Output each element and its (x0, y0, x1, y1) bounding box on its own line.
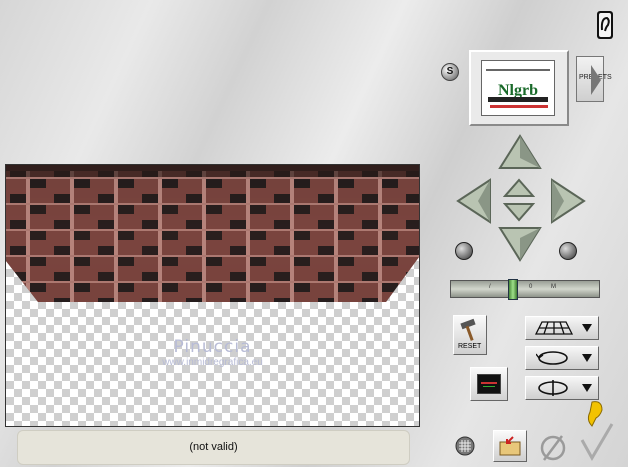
slider-tick-label: 0 (529, 284, 533, 290)
watermark-url: www.inmidregrafica.eu (162, 357, 263, 368)
zoom-in-arrow-icon[interactable] (503, 178, 535, 198)
thumbnail-logo-icon: Nlgrb (486, 69, 550, 108)
rotation-mode-dropdown[interactable] (525, 346, 599, 370)
move-down-arrow-icon[interactable] (498, 226, 542, 262)
move-right-arrow-icon[interactable] (550, 178, 586, 224)
status-text: (not valid) (189, 441, 238, 453)
plugin-dialog: Pinuccia www.inmidregrafica.eu (not vali… (0, 0, 628, 467)
floor-type-dropdown[interactable] (525, 316, 599, 340)
help-icon[interactable] (596, 10, 614, 40)
slider-tick-label: M (551, 284, 556, 290)
chevron-down-icon (582, 384, 592, 392)
color-preview-icon (481, 382, 497, 387)
status-bar: (not valid) (17, 430, 410, 465)
presets-button[interactable]: PRESETS (576, 56, 612, 102)
load-preset-icon (499, 436, 521, 456)
chevron-down-icon (582, 324, 592, 332)
chevron-down-icon (582, 354, 592, 362)
zoom-out-arrow-icon[interactable] (503, 202, 535, 222)
color-swatch (477, 374, 501, 394)
preset-thumbnail-frame[interactable]: Nlgrb (469, 50, 569, 126)
preset-thumbnail: Nlgrb (481, 60, 555, 116)
grid-floor-icon (534, 321, 574, 335)
reset-label: RESET (458, 343, 482, 350)
preview-canvas[interactable]: Pinuccia www.inmidregrafica.eu (5, 164, 420, 427)
ok-checkmark-icon[interactable] (578, 400, 614, 462)
rotate-loop-icon (536, 351, 568, 365)
perspective-floor-image (6, 165, 419, 302)
move-up-arrow-icon[interactable] (498, 134, 542, 170)
presets-arrow-icon (591, 65, 601, 95)
rotate-right-knob-icon[interactable] (559, 242, 577, 260)
svg-text:Nlgrb: Nlgrb (498, 82, 538, 99)
hammer-icon (460, 318, 476, 341)
reset-button[interactable]: RESET (453, 315, 487, 355)
tile-mode-dropdown[interactable] (525, 376, 599, 400)
move-left-arrow-icon[interactable] (456, 178, 492, 224)
background-color-button[interactable] (470, 367, 508, 401)
cancel-icon[interactable] (538, 432, 568, 462)
settings-s-button[interactable]: S (441, 63, 459, 81)
watermark-title: Pinuccia (173, 337, 252, 357)
rotate-left-knob-icon[interactable] (455, 242, 473, 260)
depth-slider[interactable]: / 0 M (450, 279, 600, 300)
axis-spin-icon (538, 380, 568, 396)
slider-thumb[interactable] (508, 279, 518, 300)
load-preset-button[interactable] (493, 430, 527, 462)
grid-icon[interactable] (455, 436, 475, 456)
slider-tick-label: / (489, 284, 491, 290)
